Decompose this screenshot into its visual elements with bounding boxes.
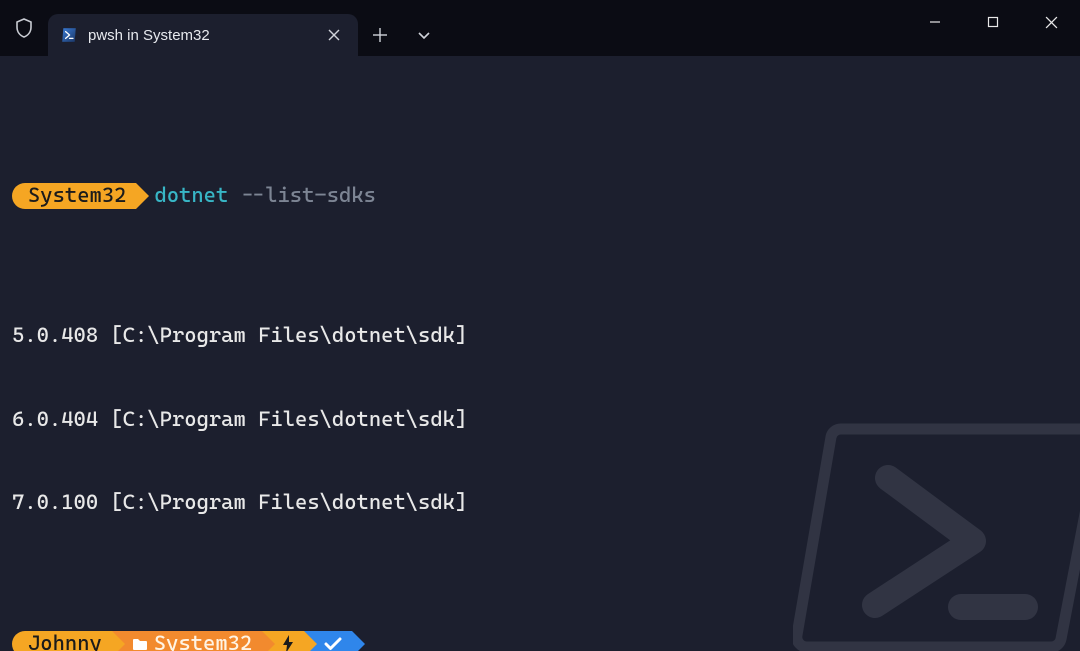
folder-icon	[132, 637, 148, 651]
prompt-line: Johnny System32	[12, 629, 1068, 651]
command-argument: --list-sdks	[241, 183, 376, 207]
prompt-location-text: System32	[154, 630, 252, 651]
output-line: 5.0.408 [C:\Program Files\dotnet\sdk]	[12, 322, 1068, 350]
prompt-segment-user: Johnny	[12, 631, 112, 651]
output-line: 7.0.100 [C:\Program Files\dotnet\sdk]	[12, 489, 1068, 517]
tab-dropdown-button[interactable]	[402, 14, 446, 56]
minimize-button[interactable]	[906, 0, 964, 44]
check-icon	[324, 637, 342, 651]
command-executable: dotnet	[154, 183, 228, 207]
active-tab[interactable]: pwsh in System32	[48, 14, 358, 56]
prompt-line: System32 dotnet --list-sdks	[12, 182, 1068, 211]
output-line: 6.0.404 [C:\Program Files\dotnet\sdk]	[12, 406, 1068, 434]
tab-close-button[interactable]	[324, 25, 344, 45]
powershell-icon	[60, 26, 78, 44]
maximize-button[interactable]	[964, 0, 1022, 44]
prompt-segment-location: System32	[112, 631, 262, 651]
command: dotnet --list-sdks	[154, 183, 376, 207]
prompt-segment-location: System32	[12, 183, 136, 209]
tab-title: pwsh in System32	[88, 27, 314, 44]
close-button[interactable]	[1022, 0, 1080, 44]
window-controls	[906, 0, 1080, 44]
shield-icon[interactable]	[10, 14, 38, 42]
lightning-bolt-icon	[282, 635, 294, 651]
terminal-viewport[interactable]: System32 dotnet --list-sdks 5.0.408 [C:\P…	[0, 56, 1080, 651]
prompt-user-text: Johnny	[28, 630, 102, 651]
prompt-location-text: System32	[28, 182, 126, 210]
new-tab-button[interactable]	[358, 14, 402, 56]
titlebar: pwsh in System32	[0, 0, 1080, 56]
